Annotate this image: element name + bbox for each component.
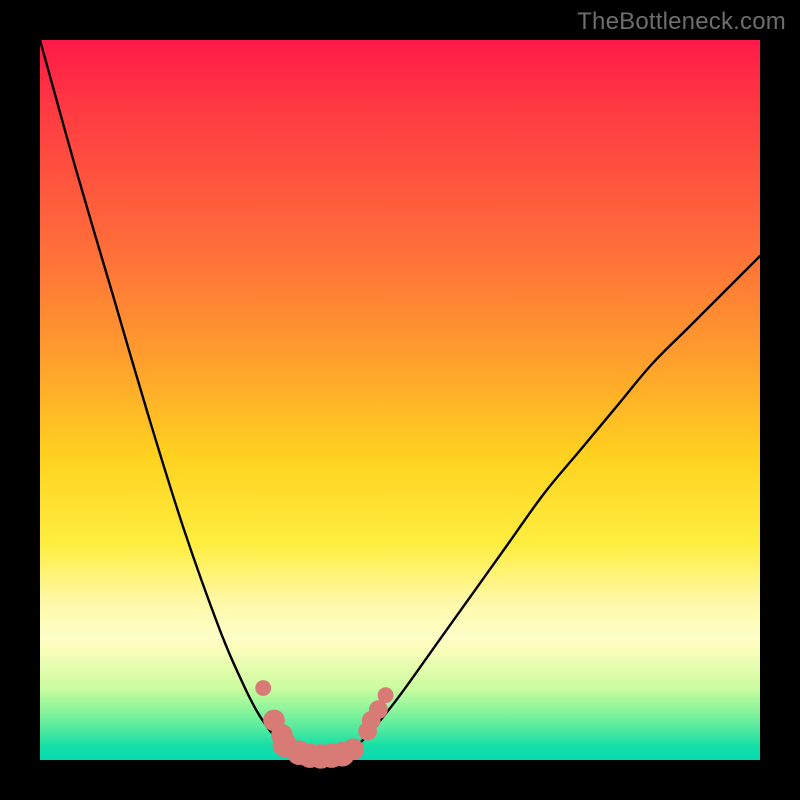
bottleneck-curve	[40, 40, 760, 757]
watermark-text: TheBottleneck.com	[577, 8, 786, 36]
chart-stage: TheBottleneck.com	[0, 0, 800, 800]
curve-group	[40, 40, 760, 757]
marker-dot	[255, 680, 271, 696]
marker-dots	[255, 680, 393, 769]
marker-dot	[378, 687, 394, 703]
plot-overlay	[40, 40, 760, 760]
marker-dot	[342, 738, 364, 760]
